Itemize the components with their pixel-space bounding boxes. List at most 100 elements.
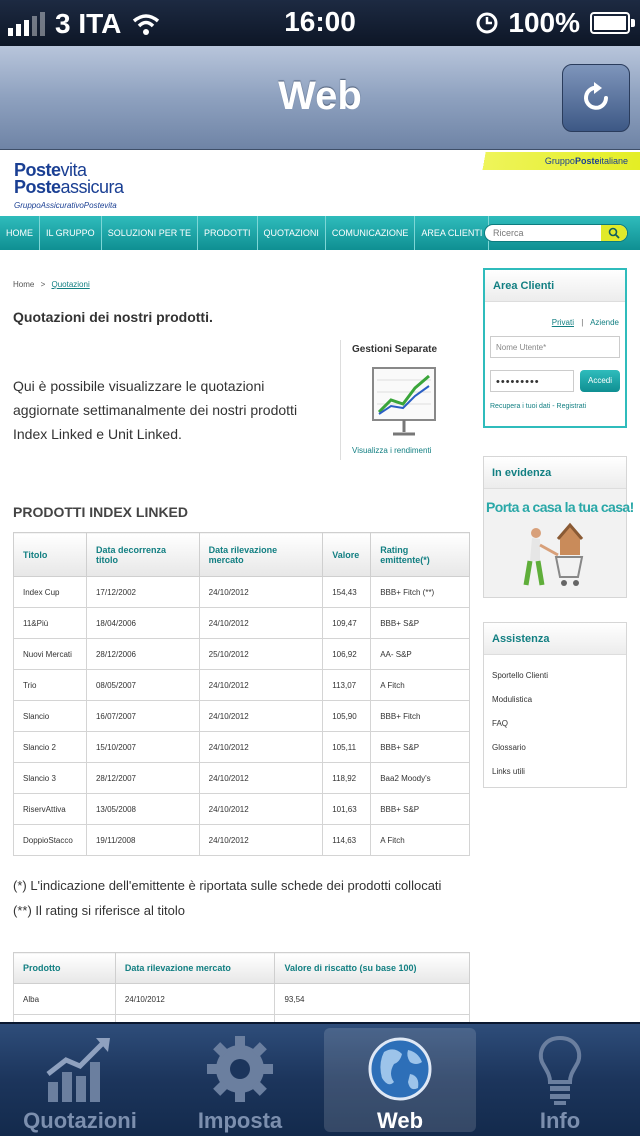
presentation-chart-icon[interactable] [353, 360, 467, 440]
search-input[interactable]: Ricerca [484, 224, 628, 242]
footnote-rating: (**) Il rating si riferisce al titolo [13, 903, 185, 918]
menu-item-comunicazione[interactable]: COMUNICAZIONE [326, 216, 416, 250]
breadcrumb-current[interactable]: Quotazioni [51, 280, 89, 289]
gruppo-prefix: Gruppo [544, 156, 575, 166]
site-menu: HOME IL GRUPPO SOLUZIONI PER TE PRODOTTI… [0, 216, 640, 250]
app-screen: 3 ITA 16:00 100% Web Postevita Posteassi… [0, 0, 640, 1136]
table-cell: Slancio 2 [13, 731, 87, 763]
table-row: Slancio 3 28/12/2007 24/10/2012 118,92 Baa2 … [13, 762, 470, 794]
assistenza-item-links-utili[interactable]: Links utili [492, 767, 525, 776]
breadcrumb-separator: > [40, 280, 46, 289]
table-cell: 24/10/2012 [198, 607, 324, 639]
menu-item-il-gruppo[interactable]: IL GRUPPO [40, 216, 102, 250]
menu-item-soluzioni[interactable]: SOLUZIONI PER TE [102, 216, 199, 250]
postevita-logo[interactable]: Postevita Posteassicura GruppoAssicurati… [14, 161, 125, 214]
logo-line2-rest: assicura [60, 177, 125, 197]
battery-icon [590, 12, 635, 34]
table-cell: 105,11 [322, 731, 372, 763]
refresh-button[interactable] [562, 64, 630, 132]
table-cell: 118,92 [322, 762, 372, 794]
table-cell: Alba [13, 983, 116, 1015]
tab-label: Info [539, 1108, 581, 1133]
accedi-button[interactable]: Accedi [580, 370, 620, 392]
battery-label: 100% [508, 7, 580, 38]
assistenza-panel: Assistenza Sportello Clienti Modulistica… [483, 622, 627, 788]
nav-title: Web [278, 74, 362, 118]
breadcrumb: Home > Quotazioni [13, 280, 90, 289]
table-row [13, 1014, 470, 1022]
promo-banner[interactable]: Porta a casa la tua casa! [484, 489, 634, 597]
table-cell [13, 1014, 116, 1022]
links-divider: | [581, 318, 584, 327]
aziende-link[interactable]: Aziende [590, 318, 619, 327]
tab-web[interactable]: Web [324, 1028, 476, 1133]
table-cell: BBB+ Fitch (**) [370, 576, 470, 608]
search-placeholder: Ricerca [493, 228, 524, 238]
assistenza-item-glossario[interactable]: Glossario [492, 743, 526, 752]
area-clienti-links: Privati | Aziende [552, 318, 619, 327]
footnote-emittente: (*) L'indicazione dell'emittente è ripor… [13, 878, 442, 893]
tab-quotazioni[interactable]: Quotazioni [4, 1028, 156, 1133]
col-header-valore-riscatto: Valore di riscatto (su base 100) [274, 952, 470, 984]
search-button[interactable] [601, 225, 627, 241]
visualizza-rendimenti-link[interactable]: Visualizza i rendimenti [352, 446, 431, 455]
tab-label: Imposta [197, 1108, 283, 1133]
table-cell: Slancio 3 [13, 762, 87, 794]
assistenza-item-modulistica[interactable]: Modulistica [492, 695, 532, 704]
gruppo-posteitaliane-banner[interactable]: GruppoPosteitaliane [472, 152, 640, 170]
refresh-icon [584, 82, 608, 110]
assistenza-title: Assistenza [484, 623, 626, 655]
search-icon [608, 227, 620, 239]
tab-imposta[interactable]: Imposta [164, 1028, 316, 1133]
shopping-cart-house-icon [523, 522, 584, 586]
table-cell: 13/05/2008 [85, 793, 200, 825]
table-cell: Index Cup [13, 576, 87, 608]
username-field[interactable]: Nome Utente* [490, 336, 620, 358]
menu-item-quotazioni[interactable]: QUOTAZIONI [258, 216, 326, 250]
table-row: 11&Più 18/04/2006 24/10/2012 109,47 BBB+ S&P [13, 607, 470, 639]
table-cell: 101,63 [322, 793, 372, 825]
assistenza-item-faq[interactable]: FAQ [492, 719, 508, 728]
gruppo-bold: Poste [574, 156, 600, 166]
table-cell: Trio [13, 669, 87, 701]
lightbulb-icon [538, 1035, 582, 1105]
table-cell: BBB+ S&P [370, 793, 470, 825]
table-cell: RiservAttiva [13, 793, 87, 825]
table-cell: BBB+ S&P [370, 731, 470, 763]
chart-icon [46, 1038, 110, 1102]
table-cell: 19/11/2008 [85, 824, 200, 856]
navigation-bar: Web [0, 46, 640, 150]
table-cell: 24/10/2012 [198, 576, 324, 608]
table-row: Nuovi Mercati 28/12/2006 25/10/2012 106,92 A… [13, 638, 470, 670]
table-cell: A Fitch [370, 669, 470, 701]
table-cell: Nuovi Mercati [13, 638, 87, 670]
riscatto-table: Prodotto Data rilevazione mercato Valore… [13, 952, 470, 1022]
table-header-row: Titolo Data decorrenza titolo Data rilev… [13, 532, 470, 577]
table-row: DoppioStacco 19/11/2008 24/10/2012 114,63 A … [13, 824, 470, 856]
gear-icon [207, 1036, 273, 1102]
web-view[interactable]: Postevita Posteassicura GruppoAssicurati… [0, 150, 640, 1022]
breadcrumb-home[interactable]: Home [13, 280, 34, 289]
area-clienti-title: Area Clienti [485, 270, 625, 302]
table-cell: 11&Più [13, 607, 87, 639]
table-cell: 24/10/2012 [114, 983, 276, 1015]
menu-item-prodotti[interactable]: PRODOTTI [198, 216, 258, 250]
menu-item-area-clienti[interactable]: AREA CLIENTI [415, 216, 490, 250]
table-row: RiservAttiva 13/05/2008 24/10/2012 101,63 BB… [13, 793, 470, 825]
table-cell: 08/05/2007 [85, 669, 200, 701]
recupera-dati-link[interactable]: Recupera i tuoi dati - Registrati [490, 403, 586, 410]
table-cell: BBB+ S&P [370, 607, 470, 639]
table-cell: 16/07/2007 [85, 700, 200, 732]
password-field[interactable]: ••••••••• [490, 370, 574, 392]
table-cell: 113,07 [322, 669, 372, 701]
table-cell: 114,63 [322, 824, 372, 856]
page-title: Quotazioni dei nostri prodotti. [13, 309, 213, 325]
assistenza-item-sportello[interactable]: Sportello Clienti [492, 671, 548, 680]
tab-info[interactable]: Info [484, 1028, 636, 1133]
privati-link[interactable]: Privati [552, 318, 574, 327]
col-header-valore: Valore [322, 532, 372, 577]
status-right: 100% [476, 7, 635, 39]
table-cell: 24/10/2012 [198, 793, 324, 825]
menu-item-home[interactable]: HOME [0, 216, 40, 250]
table-cell: A Fitch [370, 824, 470, 856]
